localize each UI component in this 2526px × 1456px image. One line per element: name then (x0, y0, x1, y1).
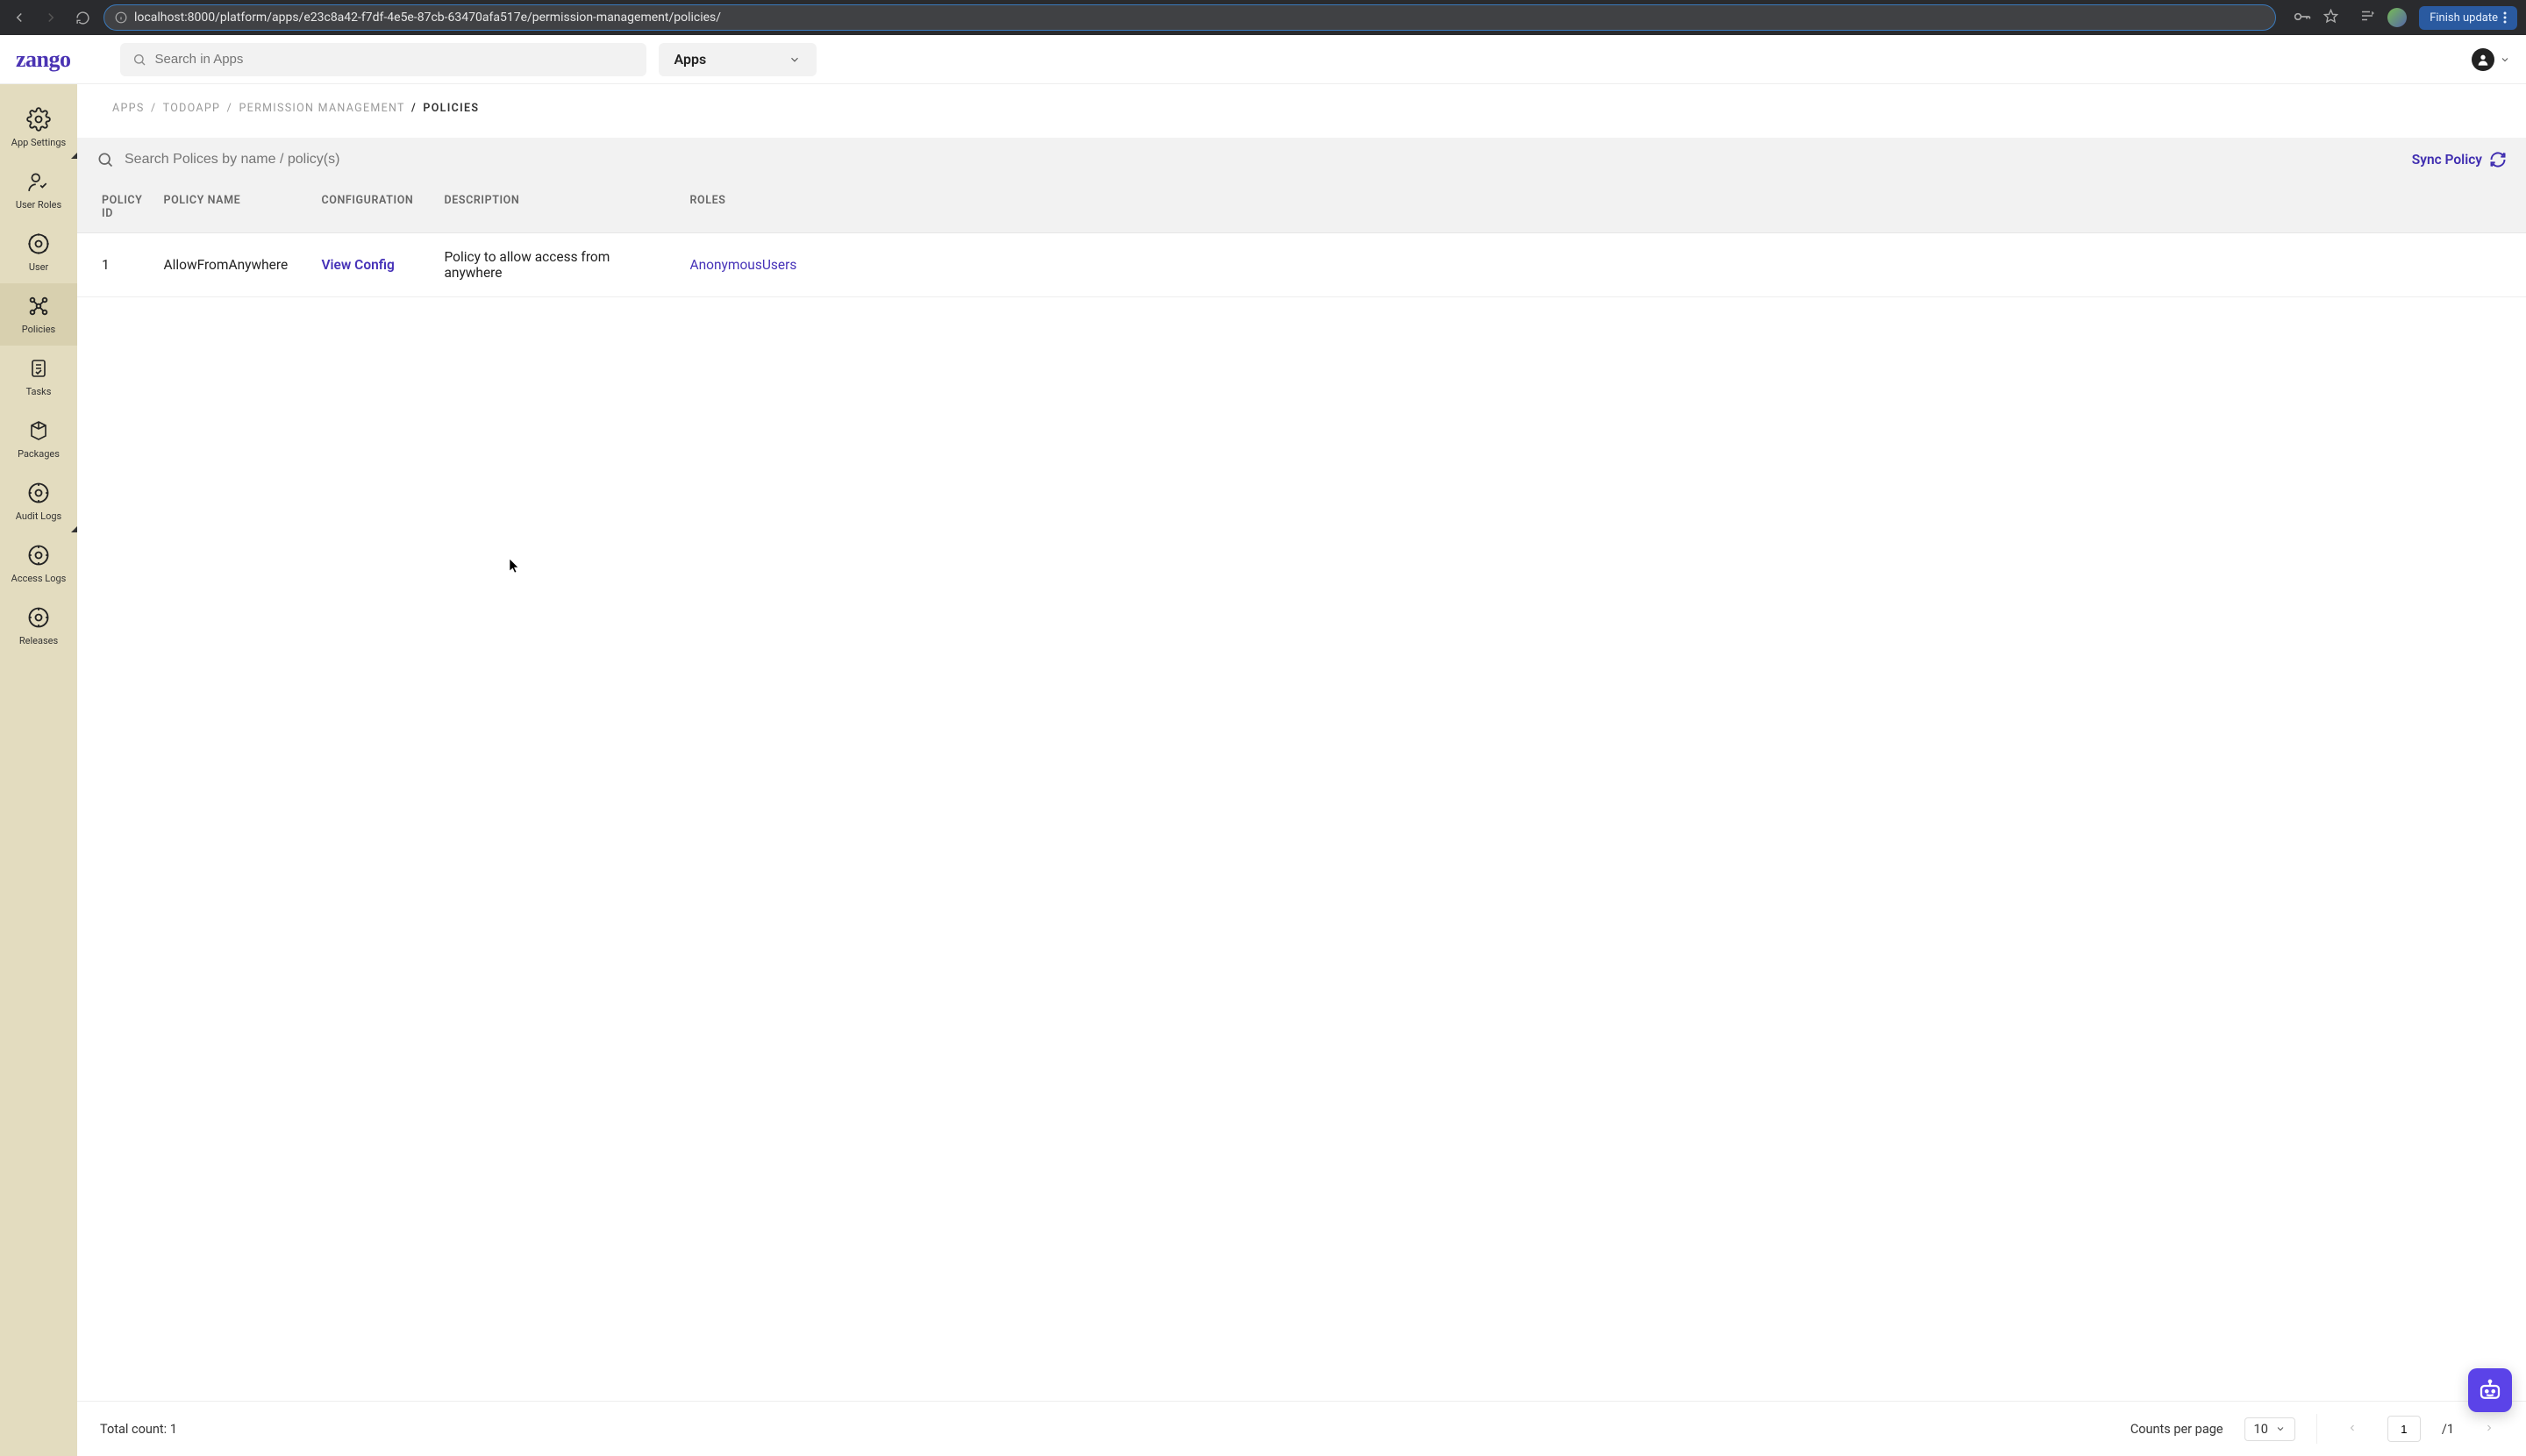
table-footer: Total count: 1 Counts per page 10 /1 (77, 1401, 2526, 1456)
sidebar-item-label: Tasks (26, 386, 52, 397)
profile-avatar[interactable] (2387, 8, 2407, 27)
breadcrumb-todoapp[interactable]: TODOAPP (163, 102, 221, 115)
divider (2316, 1414, 2317, 1444)
browser-bar: localhost:8000/platform/apps/e23c8a42-f7… (0, 0, 2526, 35)
sidebar-item-label: Audit Logs (16, 510, 61, 522)
user-avatar-icon (2472, 48, 2494, 71)
expand-indicator-icon (71, 526, 77, 532)
sidebar-item-user[interactable]: User (0, 221, 77, 283)
col-policy-id: POLICY ID (77, 182, 153, 233)
policies-table: POLICY ID POLICY NAME CONFIGURATION DESC… (77, 182, 2526, 297)
site-info-icon (115, 11, 127, 24)
policy-search-input[interactable] (125, 145, 2400, 175)
col-description: DESCRIPTION (433, 182, 679, 233)
sidebar-item-app-settings[interactable]: App Settings (0, 96, 77, 159)
sidebar-item-user-roles[interactable]: User Roles (0, 159, 77, 221)
global-search[interactable] (120, 43, 646, 76)
finish-update-button[interactable]: Finish update (2419, 6, 2517, 30)
sidebar-item-releases[interactable]: Releases (0, 595, 77, 657)
sidebar-item-label: Packages (18, 448, 60, 460)
app-header: zango Apps (0, 35, 2526, 84)
search-icon (96, 151, 114, 168)
chevron-down-icon (2500, 54, 2510, 65)
sidebar-item-label: User (29, 261, 48, 273)
page-size-select[interactable]: 10 (2244, 1417, 2295, 1441)
breadcrumb-permission-management[interactable]: PERMISSION MANAGEMENT (239, 102, 404, 115)
sidebar-item-packages[interactable]: Packages (0, 408, 77, 470)
chatbot-icon (2477, 1377, 2503, 1403)
tabs-icon[interactable] (2359, 8, 2375, 27)
page-input[interactable] (2387, 1416, 2421, 1442)
col-roles: ROLES (679, 182, 2526, 233)
search-icon (132, 53, 146, 67)
reload-button[interactable] (72, 7, 93, 28)
policies-icon (26, 294, 51, 318)
prev-page-button[interactable] (2338, 1422, 2366, 1437)
cell-policy-name: AllowFromAnywhere (153, 233, 310, 297)
user-gear-icon (26, 232, 51, 256)
page-total: /1 (2442, 1422, 2454, 1437)
col-policy-name: POLICY NAME (153, 182, 310, 233)
sync-policy-button[interactable]: Sync Policy (2410, 146, 2508, 174)
key-icon[interactable] (2294, 10, 2311, 26)
view-config-link[interactable]: View Config (321, 257, 394, 273)
sidebar-item-label: Access Logs (11, 573, 67, 584)
breadcrumb-current: POLICIES (423, 102, 479, 115)
bookmark-icon[interactable] (2323, 9, 2338, 27)
sidebar: App Settings User Roles User Policies Ta… (0, 84, 77, 1456)
breadcrumb-apps[interactable]: APPS (112, 102, 145, 115)
sidebar-item-policies[interactable]: Policies (0, 283, 77, 346)
toolbar: Sync Policy (77, 138, 2526, 182)
cell-description: Policy to allow access from anywhere (433, 233, 679, 297)
back-button[interactable] (9, 7, 30, 28)
chevron-down-icon (2275, 1424, 2286, 1434)
role-link[interactable]: AnonymousUsers (689, 257, 796, 273)
user-role-icon (26, 169, 51, 194)
counts-per-page-label: Counts per page (2130, 1422, 2223, 1437)
sidebar-item-label: Policies (22, 324, 55, 335)
releases-gear-icon (26, 605, 51, 630)
access-gear-icon (26, 543, 51, 567)
sidebar-item-label: Releases (19, 635, 58, 646)
context-selector[interactable]: Apps (659, 43, 817, 76)
table-row[interactable]: 1 AllowFromAnywhere View Config Policy t… (77, 233, 2526, 297)
user-menu[interactable] (2472, 48, 2510, 71)
policy-search (96, 145, 2400, 175)
logo[interactable]: zango (16, 46, 71, 73)
sidebar-item-label: App Settings (11, 137, 66, 148)
package-icon (26, 418, 51, 443)
total-count: Total count: 1 (100, 1422, 177, 1437)
sidebar-item-audit-logs[interactable]: Audit Logs (0, 470, 77, 532)
expand-indicator-icon (71, 153, 77, 159)
address-bar[interactable]: localhost:8000/platform/apps/e23c8a42-f7… (103, 4, 2276, 31)
kebab-icon (2503, 11, 2507, 24)
refresh-icon (2489, 151, 2507, 168)
chevron-down-icon (788, 54, 801, 66)
url-text: localhost:8000/platform/apps/e23c8a42-f7… (134, 11, 721, 25)
tasks-icon (26, 356, 51, 381)
breadcrumb: APPS / TODOAPP / PERMISSION MANAGEMENT /… (77, 84, 2526, 138)
sidebar-item-label: User Roles (16, 199, 61, 211)
next-page-button[interactable] (2475, 1422, 2503, 1437)
global-search-input[interactable] (155, 52, 634, 67)
sidebar-item-access-logs[interactable]: Access Logs (0, 532, 77, 595)
forward-button[interactable] (40, 7, 61, 28)
cell-policy-id: 1 (77, 233, 153, 297)
gear-icon (26, 107, 51, 132)
col-configuration: CONFIGURATION (310, 182, 433, 233)
audit-gear-icon (26, 481, 51, 505)
sidebar-item-tasks[interactable]: Tasks (0, 346, 77, 408)
chat-fab[interactable] (2468, 1368, 2512, 1412)
toolbar-icons: Finish update (2294, 6, 2517, 30)
